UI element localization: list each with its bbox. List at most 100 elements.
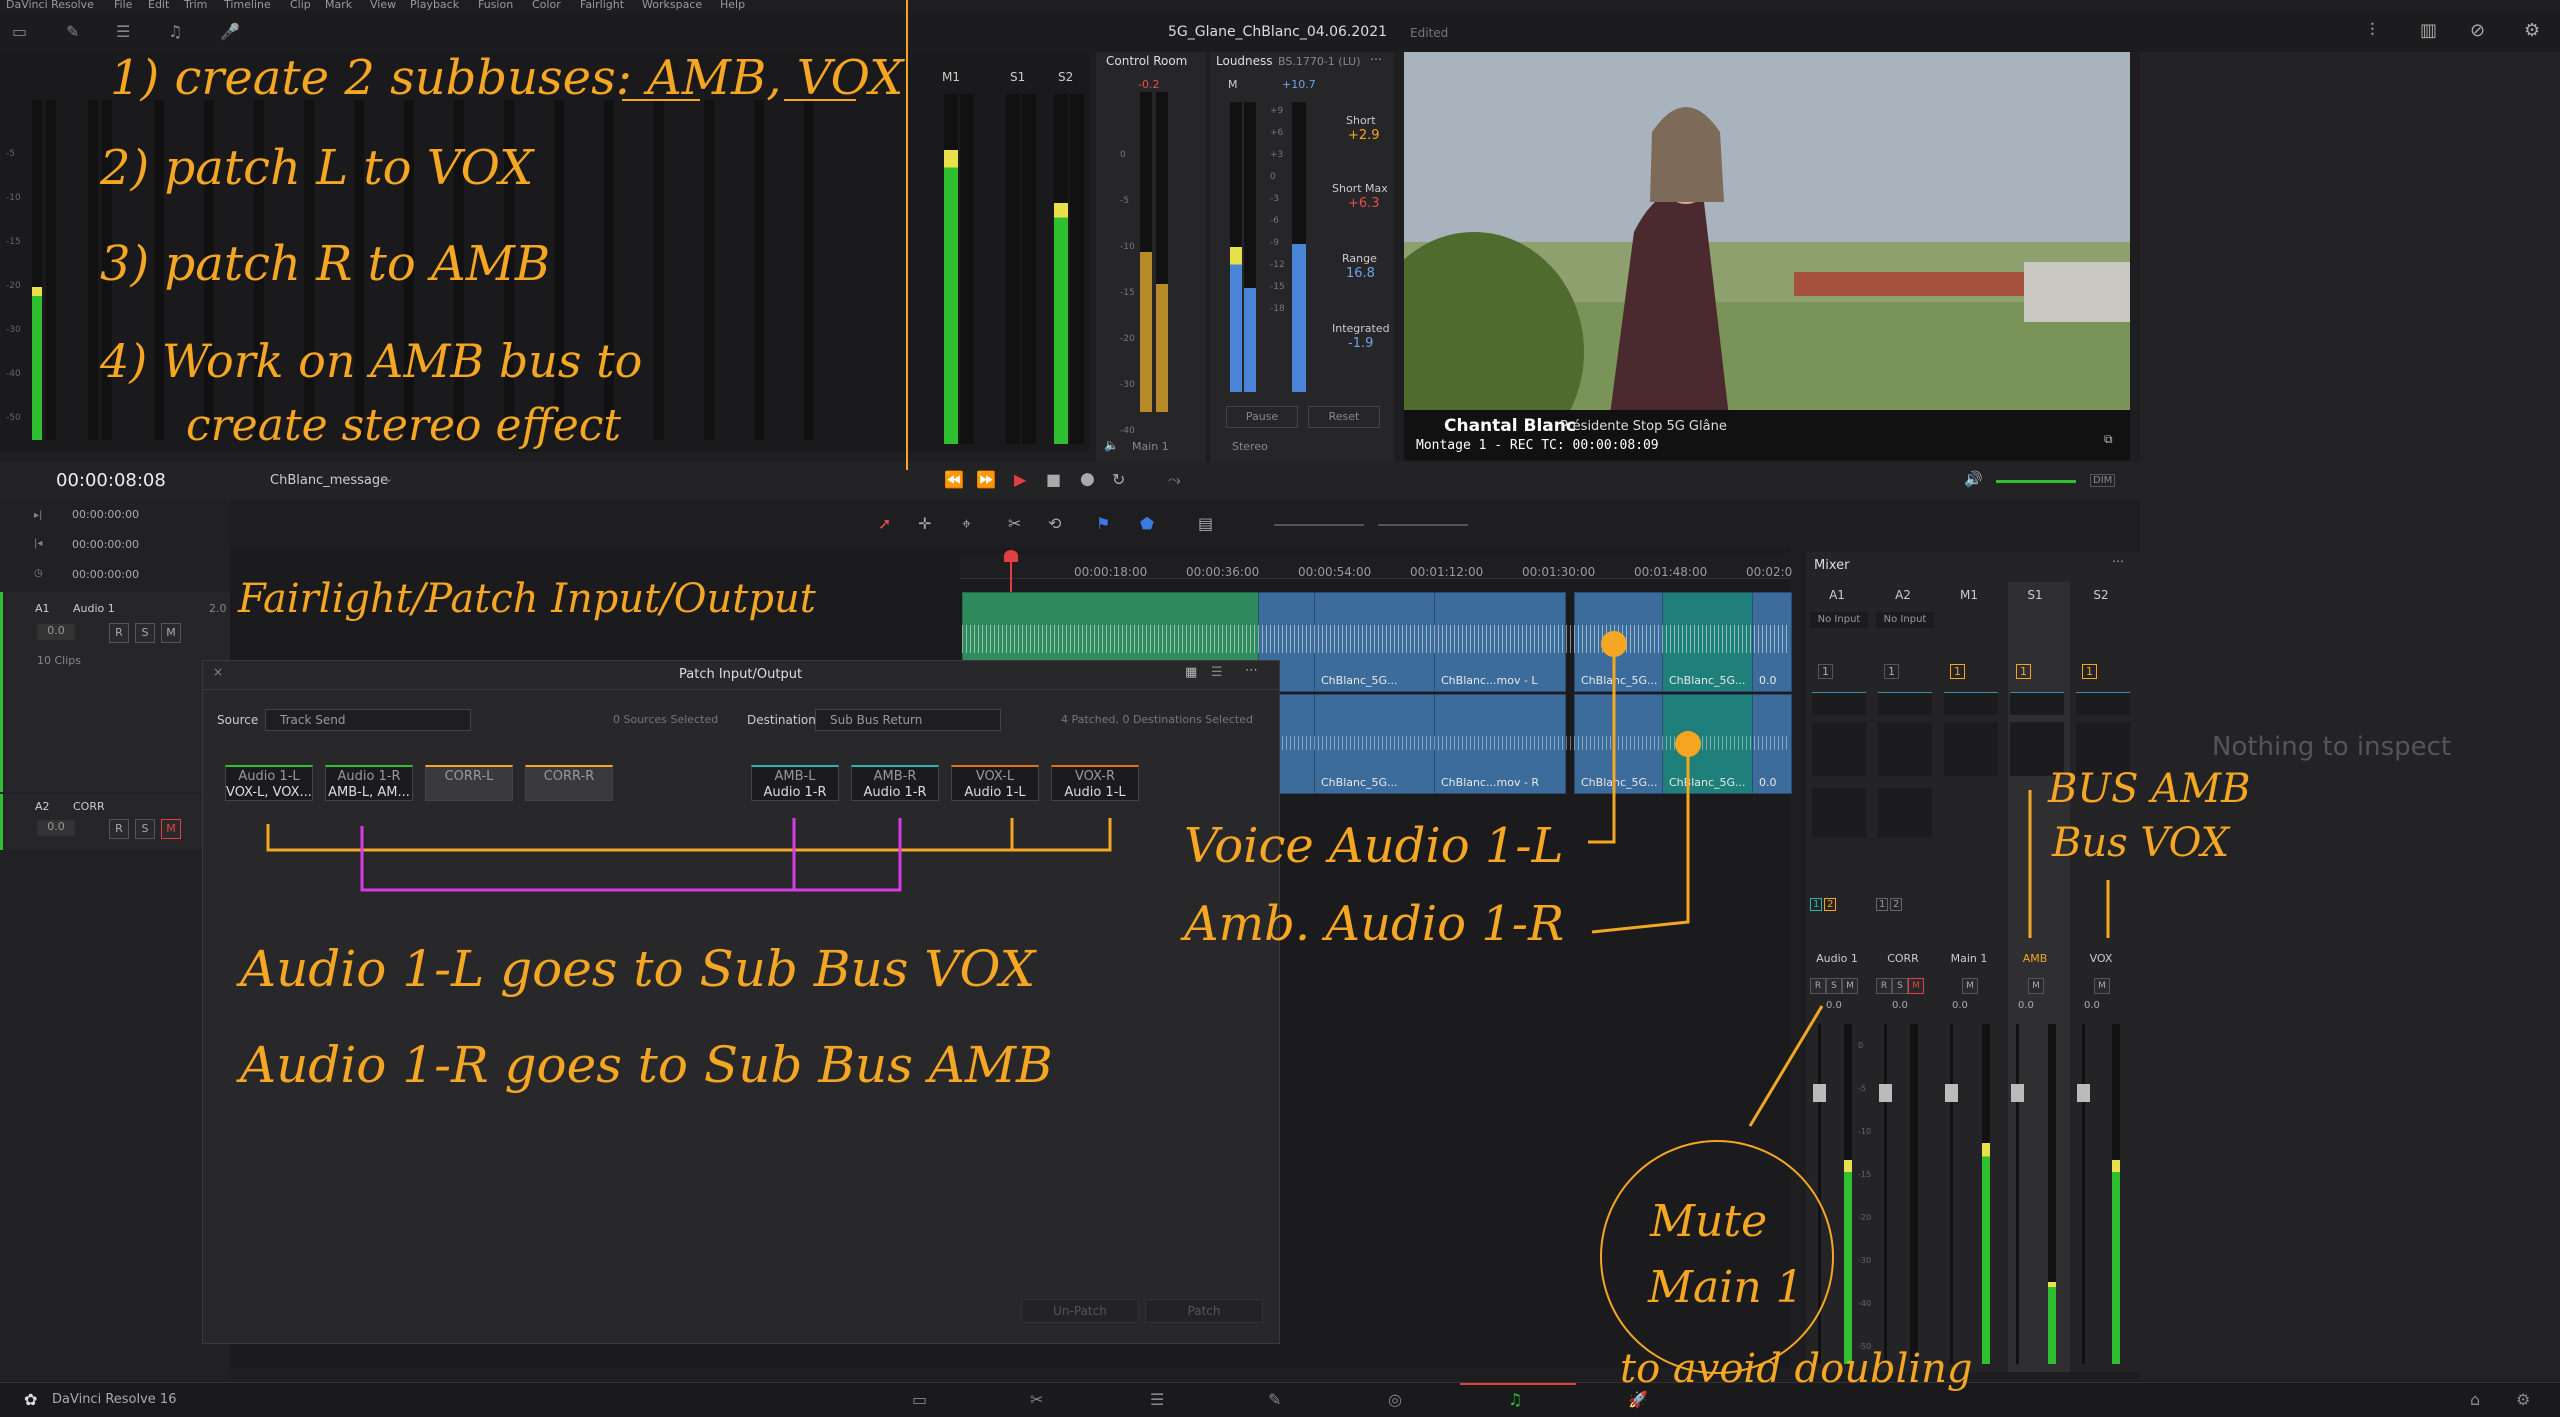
mixer-solo-a2[interactable]: S (1892, 978, 1908, 994)
home-icon[interactable]: ⌂ (2470, 1390, 2480, 1409)
mixer-input-a1[interactable]: No Input (1810, 612, 1868, 628)
eq-graph-s2[interactable] (2076, 692, 2130, 715)
track-header-a1[interactable]: A1 Audio 1 2.0 0.0 R S M 10 Clips (0, 592, 233, 792)
eq-graph-a1[interactable] (1812, 692, 1866, 715)
timeline-selector[interactable]: ChBlanc_message (270, 473, 388, 488)
forward-icon[interactable]: ⏩ (976, 470, 996, 489)
mixer-mute-s2[interactable]: M (2094, 978, 2110, 994)
monitor-format[interactable]: Stereo (1232, 440, 1268, 453)
eq-graph-s1[interactable] (2010, 692, 2064, 715)
monitor-select[interactable]: Main 1 (1132, 440, 1169, 453)
zoom-fit-icon[interactable]: ▤ (1198, 514, 1213, 533)
source-corr-r[interactable]: CORR-R (525, 765, 613, 801)
grid-view-icon[interactable]: ▦ (1185, 665, 1197, 680)
list-view-icon[interactable]: ☰ (1211, 665, 1223, 680)
track-level[interactable]: 0.0 (37, 624, 75, 640)
bus-send-a1-1[interactable]: 1 (1810, 898, 1823, 911)
source-dropdown[interactable]: Track Send (265, 709, 471, 731)
selection-tool-icon[interactable]: ➚ (878, 514, 891, 533)
mixer-mute-a2[interactable]: M (1908, 978, 1924, 994)
source-audio-1-l[interactable]: Audio 1-L VOX-L, VOX... (225, 765, 313, 801)
settings-icon[interactable]: ⚙ (2516, 1390, 2530, 1409)
solo-button[interactable]: S (135, 623, 155, 643)
flag-icon[interactable]: ⚑ (1096, 514, 1110, 533)
page-deliver-icon[interactable]: 🚀 (1628, 1390, 1648, 1409)
eq-graph-m1[interactable] (1944, 692, 1998, 715)
pan-a2[interactable] (1878, 788, 1932, 838)
volume-slider[interactable] (1996, 480, 2076, 483)
effects-insert-m1[interactable]: 1 (1950, 664, 1965, 679)
metadata-icon[interactable]: ⊘ (2470, 20, 2485, 41)
edit-tool-icon[interactable]: ⌖ (962, 514, 971, 534)
stop-icon[interactable]: ■ (1046, 470, 1061, 489)
automation-icon[interactable]: ⤳ (1168, 470, 1181, 490)
zoom-slider[interactable] (1274, 524, 1364, 526)
link-icon[interactable]: ⟲ (1048, 514, 1061, 533)
track-name[interactable]: CORR (73, 800, 105, 813)
dest-amb-l[interactable]: AMB-L Audio 1-R (751, 765, 839, 801)
inspector-toggle-icon[interactable]: ⚙ (2524, 20, 2540, 41)
eq-graph-a2[interactable] (1878, 692, 1932, 715)
playhead-head[interactable] (1004, 550, 1018, 562)
record-icon[interactable]: ● (1080, 469, 1095, 489)
chevron-down-icon[interactable]: ⌄ (384, 472, 393, 485)
track-level[interactable]: 0.0 (37, 820, 75, 836)
mixer-mute-m1[interactable]: M (1962, 978, 1978, 994)
mixer-options-icon[interactable]: ⋯ (2112, 554, 2124, 568)
fader-s2[interactable] (2077, 1024, 2090, 1364)
options-icon[interactable]: ⋯ (1245, 663, 1258, 678)
razor-icon[interactable]: ✂ (1008, 514, 1021, 533)
loop-icon[interactable]: ↻ (1112, 470, 1125, 489)
effects-insert-s2[interactable]: 1 (2082, 664, 2097, 679)
volume-icon[interactable]: 🔊 (1964, 470, 1983, 488)
bus-send-a2-2[interactable]: 2 (1890, 898, 1903, 911)
page-fusion-icon[interactable]: ✎ (1268, 1390, 1281, 1409)
track-name[interactable]: Audio 1 (73, 602, 115, 615)
effects-insert-s1[interactable]: 1 (2016, 664, 2031, 679)
mixer-record-a1[interactable]: R (1810, 978, 1826, 994)
source-audio-1-r[interactable]: Audio 1-R AMB-L, AM... (325, 765, 413, 801)
marker-icon[interactable]: ⬟ (1140, 514, 1154, 533)
mute-button[interactable]: M (161, 623, 181, 643)
dynamics-m1[interactable] (1944, 722, 1998, 776)
loudness-reset-button[interactable]: Reset (1308, 406, 1380, 428)
viewer-fullscreen-icon[interactable]: ⧉ (2104, 432, 2113, 447)
mixer-solo-a1[interactable]: S (1826, 978, 1842, 994)
loudness-options-icon[interactable]: ⋯ (1370, 52, 1382, 66)
mixer-record-a2[interactable]: R (1876, 978, 1892, 994)
close-icon[interactable]: × (213, 665, 223, 679)
mixer-mute-s1[interactable]: M (2028, 978, 2044, 994)
page-edit-icon[interactable]: ☰ (1150, 1390, 1164, 1409)
range-tool-icon[interactable]: ✛ (918, 514, 931, 533)
fader-s1[interactable] (2011, 1024, 2024, 1364)
track-header-a2[interactable]: A2 CORR 0.0 R S M (0, 794, 233, 850)
record-arm-button[interactable]: R (109, 623, 129, 643)
dest-vox-r[interactable]: VOX-R Audio 1-L (1051, 765, 1139, 801)
loudness-standard[interactable]: BS.1770-1 (LU) (1278, 55, 1361, 68)
source-corr-l[interactable]: CORR-L (425, 765, 513, 801)
solo-button[interactable]: S (135, 819, 155, 839)
pan-a1[interactable] (1812, 788, 1866, 838)
dest-vox-l[interactable]: VOX-L Audio 1-L (951, 765, 1039, 801)
destination-dropdown[interactable]: Sub Bus Return (815, 709, 1001, 731)
page-media-icon[interactable]: ▭ (912, 1390, 927, 1409)
mixer-input-a2[interactable]: No Input (1876, 612, 1934, 628)
meters-toggle-icon[interactable]: ▥ (2420, 20, 2437, 41)
dest-amb-r[interactable]: AMB-R Audio 1-R (851, 765, 939, 801)
fader-m1[interactable] (1945, 1024, 1958, 1364)
effects-insert-a1[interactable]: 1 (1818, 664, 1833, 679)
dynamics-a2[interactable] (1878, 722, 1932, 776)
page-cut-icon[interactable]: ✂ (1030, 1390, 1043, 1409)
effects-insert-a2[interactable]: 1 (1884, 664, 1899, 679)
dynamics-a1[interactable] (1812, 722, 1866, 776)
rewind-icon[interactable]: ⏪ (944, 470, 964, 489)
patch-button[interactable]: Patch (1145, 1299, 1263, 1323)
video-viewer[interactable]: Chantal Blanc Présidente Stop 5G Glâne M… (1404, 52, 2130, 460)
speaker-icon[interactable]: 🔈 (1104, 438, 1119, 452)
mixer-mute-a1[interactable]: M (1842, 978, 1858, 994)
loudness-pause-button[interactable]: Pause (1226, 406, 1298, 428)
bus-send-a1-2[interactable]: 2 (1824, 898, 1837, 911)
mixer-toggle-icon[interactable]: ⫶ (2370, 20, 2375, 41)
unpatch-button[interactable]: Un-Patch (1021, 1299, 1139, 1323)
zoom-slider-2[interactable] (1378, 524, 1468, 526)
